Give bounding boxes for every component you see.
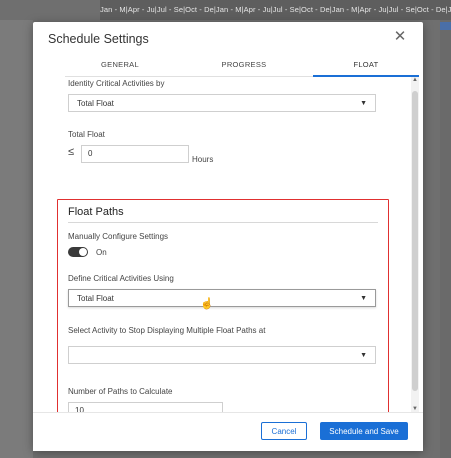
less-equal-symbol: ≤ [68, 146, 75, 158]
dropdown-caret-icon: ▼ [360, 295, 367, 302]
define-critical-value: Total Float [77, 294, 114, 303]
content-scrollbar[interactable]: ▲ ▼ [411, 77, 419, 412]
manual-configure-toggle[interactable] [68, 247, 88, 257]
identify-critical-label: Identity Critical Activities by [68, 79, 165, 88]
timeline-months-text: Jan - M|Apr - Ju|Jul - Se|Oct - De|Jan -… [100, 5, 451, 14]
tab-bar: GENERAL PROGRESS FLOAT [65, 54, 419, 77]
dropdown-caret-icon: ▼ [360, 352, 367, 359]
define-critical-label: Define Critical Activities Using [68, 274, 174, 283]
manual-configure-label: Manually Configure Settings [68, 232, 169, 241]
float-tab-content: Identity Critical Activities by Total Fl… [33, 77, 409, 412]
total-float-label: Total Float [68, 130, 105, 139]
tab-float[interactable]: FLOAT [313, 54, 419, 76]
define-critical-select[interactable]: Total Float ▼ [68, 289, 376, 307]
stop-activity-select[interactable]: ▼ [68, 346, 376, 364]
total-float-unit: Hours [192, 155, 214, 164]
number-paths-label: Number of Paths to Calculate [68, 387, 173, 396]
float-paths-section: Float Paths Manually Configure Settings … [57, 199, 389, 412]
tab-progress[interactable]: PROGRESS [189, 54, 299, 76]
total-float-input[interactable]: 0 [81, 145, 189, 163]
cancel-button[interactable]: Cancel [261, 422, 307, 440]
dialog-footer: Cancel Schedule and Save [33, 412, 423, 451]
background-right-panel [440, 20, 451, 458]
timeline-header: Jan - M|Apr - Ju|Jul - Se|Oct - De|Jan -… [100, 0, 451, 20]
stop-activity-label: Select Activity to Stop Displaying Multi… [68, 326, 266, 335]
background-left-panel [0, 20, 33, 458]
identify-critical-value: Total Float [77, 99, 114, 108]
dialog-title: Schedule Settings [48, 32, 149, 46]
hand-pointer-icon: ☝ [200, 298, 214, 310]
identify-critical-select[interactable]: Total Float ▼ [68, 94, 376, 112]
schedule-and-save-button[interactable]: Schedule and Save [320, 422, 408, 440]
toggle-state-label: On [96, 248, 107, 257]
background-right-accent [440, 22, 451, 30]
number-paths-input[interactable]: 10 [68, 402, 223, 412]
scroll-up-icon[interactable]: ▲ [411, 77, 419, 83]
section-divider [68, 222, 378, 223]
scrollbar-thumb[interactable] [412, 91, 418, 391]
toggle-knob [79, 248, 87, 256]
close-icon[interactable]: ✕ [391, 28, 409, 46]
tab-general[interactable]: GENERAL [65, 54, 175, 76]
dropdown-caret-icon: ▼ [360, 100, 367, 107]
schedule-settings-dialog: Schedule Settings ✕ GENERAL PROGRESS FLO… [33, 22, 423, 451]
float-paths-title: Float Paths [68, 206, 124, 218]
total-float-value: 0 [88, 149, 93, 158]
